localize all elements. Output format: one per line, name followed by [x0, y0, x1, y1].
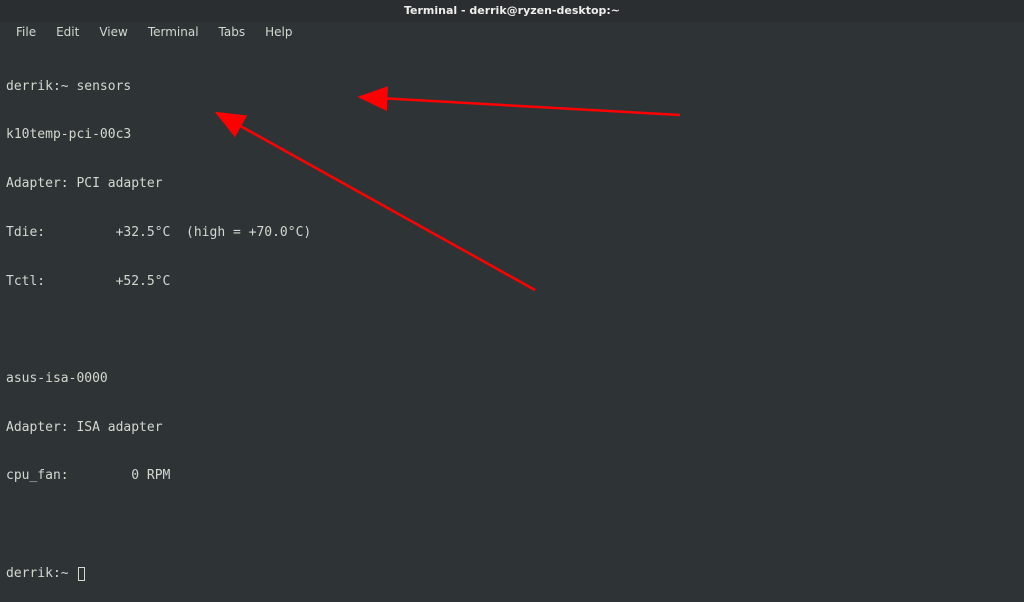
- menu-edit[interactable]: Edit: [46, 23, 89, 41]
- menu-tabs[interactable]: Tabs: [209, 23, 256, 41]
- terminal-prompt-line: derrik:~: [6, 566, 1018, 582]
- terminal-line: Tctl: +52.5°C: [6, 274, 1018, 290]
- terminal-line: k10temp-pci-00c3: [6, 127, 1018, 143]
- terminal-prompt: derrik:~: [6, 566, 76, 581]
- menu-view[interactable]: View: [89, 23, 137, 41]
- menu-file[interactable]: File: [6, 23, 46, 41]
- terminal-line: Adapter: PCI adapter: [6, 176, 1018, 192]
- terminal-line: derrik:~ sensors: [6, 79, 1018, 95]
- cursor-icon: [78, 567, 85, 581]
- menu-terminal[interactable]: Terminal: [138, 23, 209, 41]
- terminal-output[interactable]: derrik:~ sensors k10temp-pci-00c3 Adapte…: [0, 42, 1024, 602]
- terminal-line: [6, 517, 1018, 533]
- window-titlebar: Terminal - derrik@ryzen-desktop:~: [0, 0, 1024, 22]
- menu-help[interactable]: Help: [255, 23, 302, 41]
- terminal-line: Adapter: ISA adapter: [6, 420, 1018, 436]
- terminal-line: cpu_fan: 0 RPM: [6, 468, 1018, 484]
- terminal-line: asus-isa-0000: [6, 371, 1018, 387]
- terminal-line: [6, 322, 1018, 338]
- terminal-line: Tdie: +32.5°C (high = +70.0°C): [6, 225, 1018, 241]
- menu-bar: File Edit View Terminal Tabs Help: [0, 22, 1024, 42]
- window-title: Terminal - derrik@ryzen-desktop:~: [404, 4, 620, 17]
